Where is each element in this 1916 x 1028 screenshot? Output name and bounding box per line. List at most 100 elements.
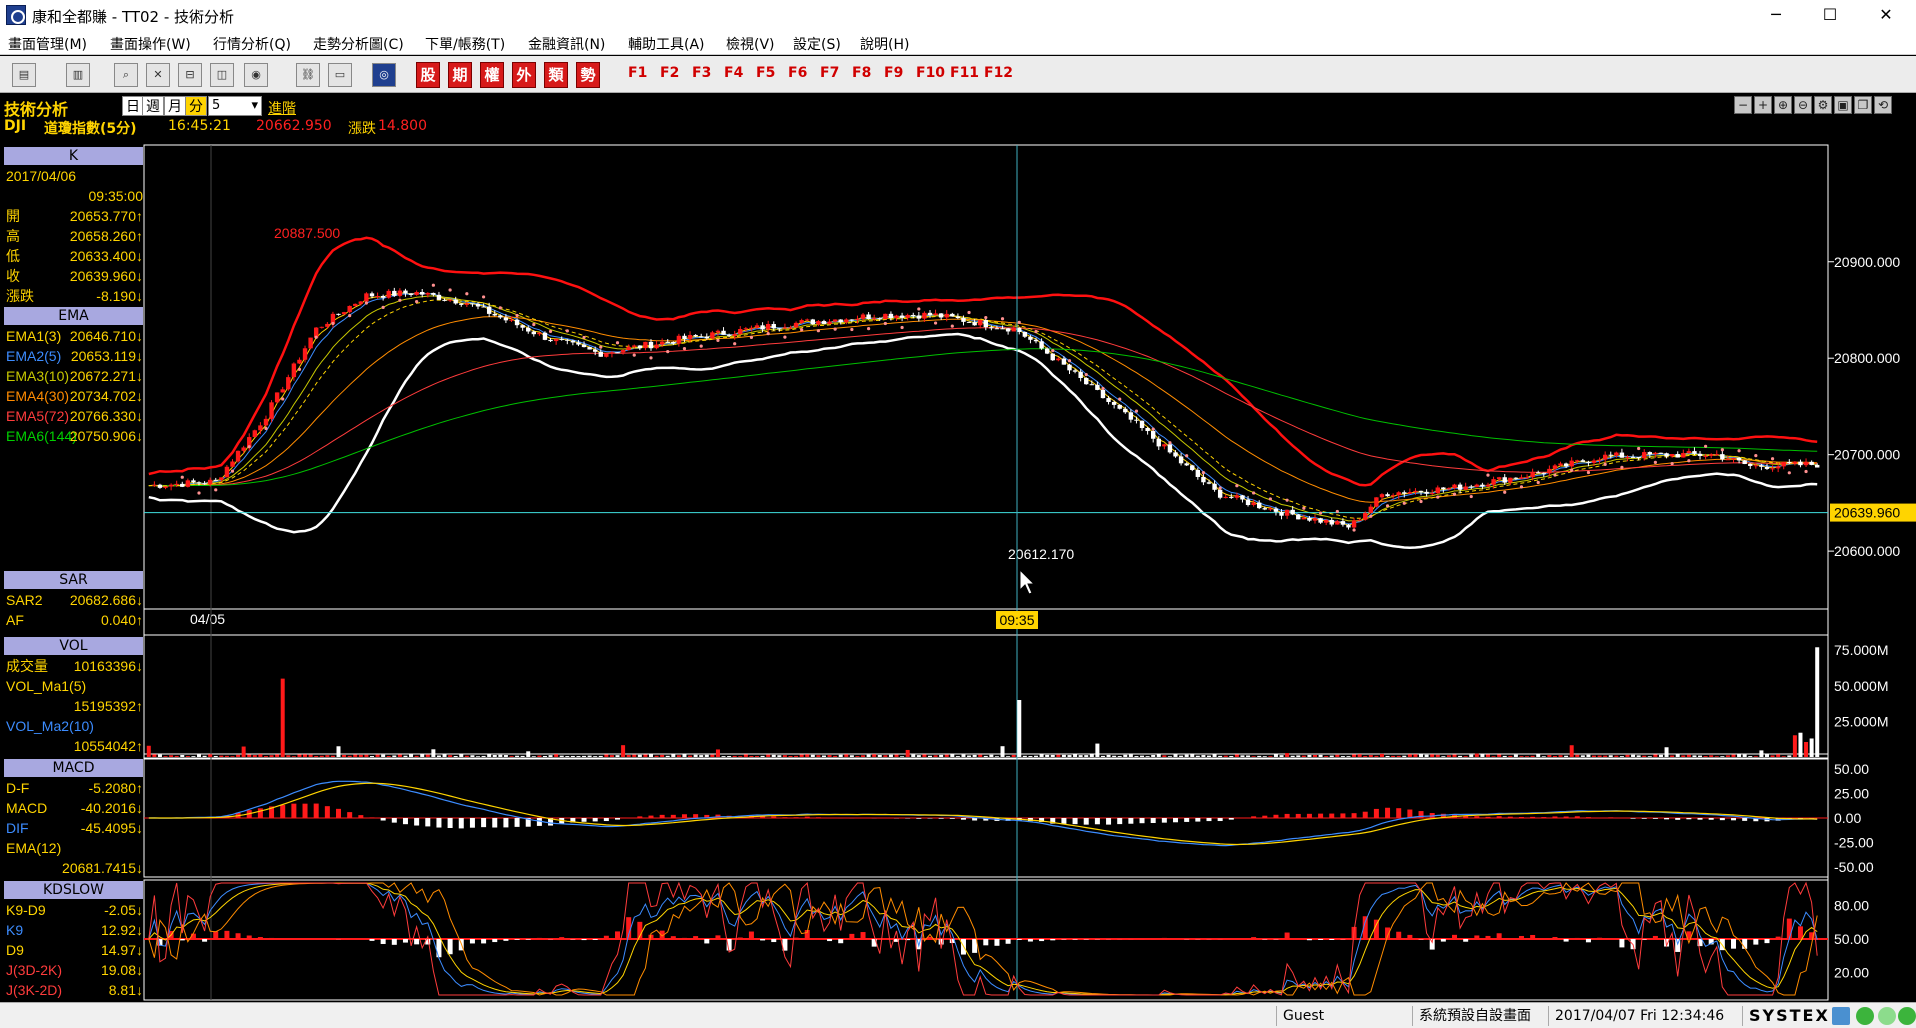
volume-bar [1653, 754, 1658, 757]
volume-bar [777, 755, 782, 757]
volume-bar [598, 755, 603, 757]
candle-body [1307, 517, 1312, 521]
macd-bar [1608, 817, 1614, 818]
candle-body [816, 321, 821, 325]
volume-bar [152, 754, 157, 757]
volume-tick-label: 75.000M [1834, 642, 1888, 658]
volume-bar [888, 754, 893, 757]
candle-body [715, 330, 721, 333]
volume-bar [224, 755, 229, 757]
low-marker-label: 20612.170 [1008, 546, 1074, 562]
volume-bar [208, 754, 213, 757]
kd-bar [224, 930, 230, 939]
ema-value: 20672.271↓ [69, 368, 143, 384]
volume-bar [381, 754, 386, 757]
candle-body [1318, 518, 1323, 523]
sar-dot [1302, 506, 1306, 510]
volume-bar [1619, 756, 1624, 757]
candle-body [1061, 358, 1067, 365]
candle-body [486, 306, 492, 314]
sar-dot [816, 329, 820, 333]
kd-label: J(3K-2D) [6, 982, 63, 998]
candle-body [1017, 328, 1022, 332]
candle-body [799, 320, 804, 323]
macd-bar [1563, 816, 1569, 818]
volume-bar [1307, 754, 1312, 757]
macd-bar [1485, 816, 1491, 818]
volume-bar [1703, 756, 1708, 757]
status-green-icon [1856, 1007, 1874, 1025]
volume-bar [275, 754, 280, 757]
candle-body [509, 319, 514, 321]
volume-bar [1592, 755, 1597, 757]
candle-body [498, 315, 503, 318]
candle-body [1284, 509, 1290, 516]
sar-dot [1201, 471, 1206, 475]
candle-body [1686, 451, 1692, 454]
ohlc-row: 高 20658.260↑ [4, 227, 143, 245]
candle-body [1480, 484, 1485, 487]
candle-body [1379, 494, 1385, 498]
volume-bar [1084, 755, 1089, 757]
volume-bar [542, 755, 547, 757]
sar-dot [649, 356, 653, 360]
volume-bar [1184, 754, 1189, 757]
price-tick-label: 20600.000 [1834, 543, 1900, 559]
kd-bar [1563, 939, 1569, 942]
kd-bar [481, 939, 487, 944]
volume-bar [1190, 753, 1195, 757]
volume-bar [1324, 756, 1329, 757]
macd-bar [1228, 818, 1234, 820]
sar-dot [180, 475, 184, 479]
candle-body [1022, 331, 1028, 337]
volume-bar [1597, 755, 1602, 757]
candle-body [392, 290, 397, 296]
sar-dot [1402, 501, 1406, 505]
volume-bar [1508, 755, 1513, 757]
volume-bar [1179, 755, 1184, 757]
candle-body [1257, 502, 1262, 509]
macd-bar [1072, 818, 1078, 825]
volume-bar [1061, 754, 1066, 757]
candle-body [269, 402, 274, 419]
volume-bar [1413, 754, 1418, 757]
candle-body [1625, 456, 1630, 458]
upper-band-line [148, 236, 1818, 487]
macd-bar [1697, 818, 1703, 820]
macd-bar [1496, 816, 1502, 818]
volume-bar [1441, 756, 1446, 757]
network-icon[interactable] [1832, 1007, 1850, 1025]
macd-bar [1385, 807, 1391, 818]
candle-body [1223, 496, 1228, 498]
candle-body [777, 328, 782, 330]
kd-bar [1775, 936, 1781, 939]
volume-bar [1781, 756, 1786, 757]
macd-label: MACD [6, 800, 48, 816]
volume-bar [1419, 754, 1424, 757]
sar-dot [1218, 486, 1222, 490]
volume-bar [788, 756, 793, 757]
candle-body [1005, 328, 1011, 332]
volume-bar [989, 754, 994, 757]
chart-area[interactable]: 20900.000 20800.000 20700.000 20600.000 04/0… [0, 0, 1916, 1002]
candle-body [1636, 457, 1641, 459]
candle-body [1084, 377, 1089, 385]
macd-bar [1106, 818, 1112, 825]
candle-body [1100, 389, 1106, 399]
macd-bar [771, 816, 777, 818]
candle-body [219, 477, 224, 481]
kd-bar [1641, 939, 1647, 940]
candle-body [1190, 465, 1195, 470]
volume-bar [1240, 755, 1245, 757]
candle-body [743, 328, 749, 330]
volume-bar [1201, 755, 1206, 757]
macd-bar [693, 814, 699, 818]
ema-section-title: EMA [4, 307, 143, 325]
volume-bar [1028, 756, 1033, 757]
volume-bar [1246, 755, 1251, 757]
volume-bar [157, 754, 162, 757]
candle-body [1435, 487, 1440, 494]
volume-bar [1407, 754, 1412, 757]
candle-body [308, 337, 313, 349]
candle-body [849, 319, 855, 321]
